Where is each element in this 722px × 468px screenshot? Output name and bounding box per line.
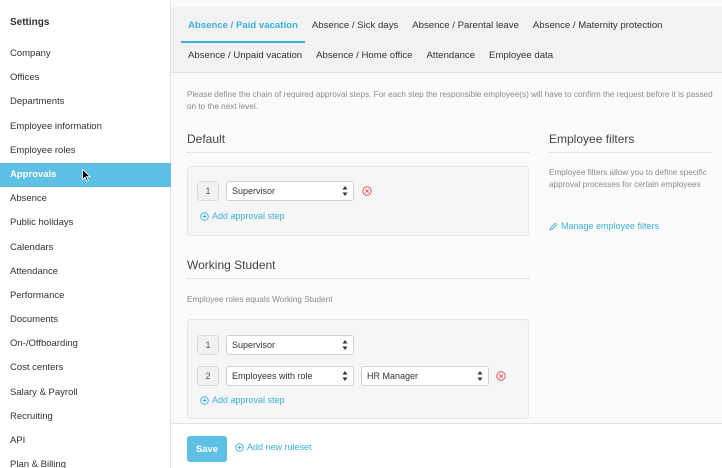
employee-filters-description: Employee filters allow you to define spe… xyxy=(549,168,707,189)
sidebar-item-api[interactable]: API xyxy=(0,429,171,453)
tab-home-office[interactable]: Absence / Home office xyxy=(309,47,419,73)
tab-row-1: Absence / Paid vacation Absence / Sick d… xyxy=(181,17,670,43)
add-new-ruleset-label: Add new ruleset xyxy=(247,442,312,452)
approver-select-value: Employees with role xyxy=(232,371,313,381)
sidebar-item-attendance[interactable]: Attendance xyxy=(0,260,171,284)
remove-step-icon[interactable] xyxy=(496,371,506,381)
add-approval-step-label: Add approval step xyxy=(212,395,285,405)
sidebar-item-cost-centers[interactable]: Cost centers xyxy=(0,356,171,380)
sidebar-item-documents[interactable]: Documents xyxy=(0,308,171,332)
intro-text: Please define the chain of required appr… xyxy=(187,90,713,111)
sidebar-item-absence[interactable]: Absence xyxy=(0,187,171,211)
tab-parental-leave[interactable]: Absence / Parental leave xyxy=(405,17,526,43)
role-select[interactable]: HR Manager xyxy=(361,366,489,386)
footer-bar: Save Add new ruleset xyxy=(171,423,722,468)
approver-select[interactable]: Supervisor xyxy=(226,335,354,355)
main-content: Absence / Paid vacation Absence / Sick d… xyxy=(171,0,722,468)
sidebar-item-approvals[interactable]: Approvals xyxy=(0,162,171,188)
default-section-title: Default xyxy=(187,132,226,146)
sidebar-item-calendars[interactable]: Calendars xyxy=(0,236,171,260)
sidebar-item-salary-payroll[interactable]: Salary & Payroll xyxy=(0,381,171,405)
step-number: 1 xyxy=(197,181,219,201)
plus-circle-icon xyxy=(200,211,209,221)
remove-step-icon[interactable] xyxy=(362,186,372,196)
approver-select[interactable]: Supervisor xyxy=(226,181,354,201)
sidebar-title: Settings xyxy=(10,17,50,28)
select-arrows-icon xyxy=(342,186,348,196)
tab-maternity-protection[interactable]: Absence / Maternity protection xyxy=(526,17,670,43)
sidebar-item-company[interactable]: Company xyxy=(0,42,171,66)
tab-paid-vacation[interactable]: Absence / Paid vacation xyxy=(181,17,305,43)
employee-filters-title: Employee filters xyxy=(549,132,635,146)
step-number: 2 xyxy=(197,366,219,386)
approval-type-tabs: Absence / Paid vacation Absence / Sick d… xyxy=(171,7,722,73)
tab-employee-data[interactable]: Employee data xyxy=(482,47,560,73)
select-arrows-icon xyxy=(342,340,348,350)
ruleset-condition: Employee roles equals Working Student xyxy=(187,295,333,304)
add-approval-step-link[interactable]: Add approval step xyxy=(200,395,285,405)
approver-select-value: Supervisor xyxy=(232,186,276,196)
sidebar-item-performance[interactable]: Performance xyxy=(0,284,171,308)
filters-divider xyxy=(549,152,712,153)
sidebar-item-plan-billing[interactable]: Plan & Billing xyxy=(0,453,171,468)
add-approval-step-label: Add approval step xyxy=(212,211,285,221)
tab-unpaid-vacation[interactable]: Absence / Unpaid vacation xyxy=(181,47,309,73)
working-student-divider xyxy=(187,278,529,279)
manage-employee-filters-label: Manage employee filters xyxy=(561,221,660,231)
working-student-steps-panel: 1 Supervisor 2 Employees with role HR Ma… xyxy=(187,319,529,419)
sidebar-item-employee-roles[interactable]: Employee roles xyxy=(0,139,171,163)
approver-select[interactable]: Employees with role xyxy=(226,366,354,386)
working-student-section-title: Working Student xyxy=(187,258,276,272)
mouse-cursor-icon xyxy=(82,168,91,182)
settings-sidebar: Settings Company Offices Departments Emp… xyxy=(0,0,171,468)
approver-select-value: Supervisor xyxy=(232,340,276,350)
select-arrows-icon xyxy=(477,371,483,381)
plus-circle-icon xyxy=(235,442,244,452)
save-button[interactable]: Save xyxy=(187,436,227,462)
add-approval-step-link[interactable]: Add approval step xyxy=(200,211,285,221)
plus-circle-icon xyxy=(200,395,209,405)
sidebar-item-onboarding[interactable]: On-/Offboarding xyxy=(0,332,171,356)
sidebar-item-recruiting[interactable]: Recruiting xyxy=(0,405,171,429)
pencil-icon xyxy=(549,222,558,231)
manage-employee-filters-link[interactable]: Manage employee filters xyxy=(549,221,659,231)
tab-sick-days[interactable]: Absence / Sick days xyxy=(305,17,405,43)
default-divider xyxy=(187,152,529,153)
sidebar-item-offices[interactable]: Offices xyxy=(0,66,171,90)
sidebar-item-departments[interactable]: Departments xyxy=(0,90,171,114)
step-number: 1 xyxy=(197,335,219,355)
sidebar-nav: Company Offices Departments Employee inf… xyxy=(0,42,171,468)
sidebar-item-label: Approvals xyxy=(10,168,57,180)
default-steps-panel: 1 Supervisor Add approval step xyxy=(187,166,529,236)
sidebar-item-public-holidays[interactable]: Public holidays xyxy=(0,211,171,235)
role-select-value: HR Manager xyxy=(367,371,419,381)
sidebar-item-employee-information[interactable]: Employee information xyxy=(0,115,171,139)
tab-row-2: Absence / Unpaid vacation Absence / Home… xyxy=(181,47,560,73)
select-arrows-icon xyxy=(342,371,348,381)
add-new-ruleset-link[interactable]: Add new ruleset xyxy=(235,442,312,452)
tab-attendance[interactable]: Attendance xyxy=(420,47,483,73)
